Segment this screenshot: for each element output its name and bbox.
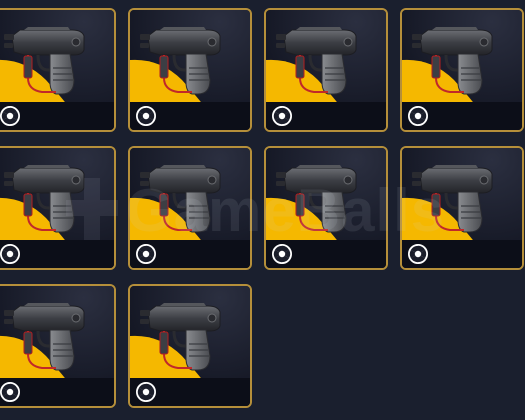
item-card[interactable] <box>400 8 524 132</box>
aperture-icon <box>0 106 20 126</box>
aperture-icon <box>0 244 20 264</box>
stun-gun-image <box>412 27 493 95</box>
stun-gun-image <box>4 27 85 95</box>
aperture-icon <box>408 244 428 264</box>
aperture-icon <box>272 244 292 264</box>
item-card[interactable] <box>264 146 388 270</box>
stun-gun-image <box>276 165 357 233</box>
stun-gun-image <box>140 303 221 371</box>
aperture-icon <box>136 106 156 126</box>
item-card[interactable] <box>128 284 252 408</box>
aperture-icon <box>0 382 20 402</box>
stun-gun-image <box>140 27 221 95</box>
item-card[interactable] <box>0 8 116 132</box>
item-card[interactable] <box>128 146 252 270</box>
aperture-icon <box>408 106 428 126</box>
item-card[interactable] <box>0 146 116 270</box>
aperture-icon <box>136 244 156 264</box>
item-card[interactable] <box>400 146 524 270</box>
stun-gun-image <box>4 165 85 233</box>
item-card[interactable] <box>128 8 252 132</box>
aperture-icon <box>272 106 292 126</box>
stun-gun-image <box>412 165 493 233</box>
stun-gun-image <box>140 165 221 233</box>
item-card[interactable] <box>0 284 116 408</box>
stun-gun-image <box>4 303 85 371</box>
item-card[interactable] <box>264 8 388 132</box>
stun-gun-image <box>276 27 357 95</box>
aperture-icon <box>136 382 156 402</box>
